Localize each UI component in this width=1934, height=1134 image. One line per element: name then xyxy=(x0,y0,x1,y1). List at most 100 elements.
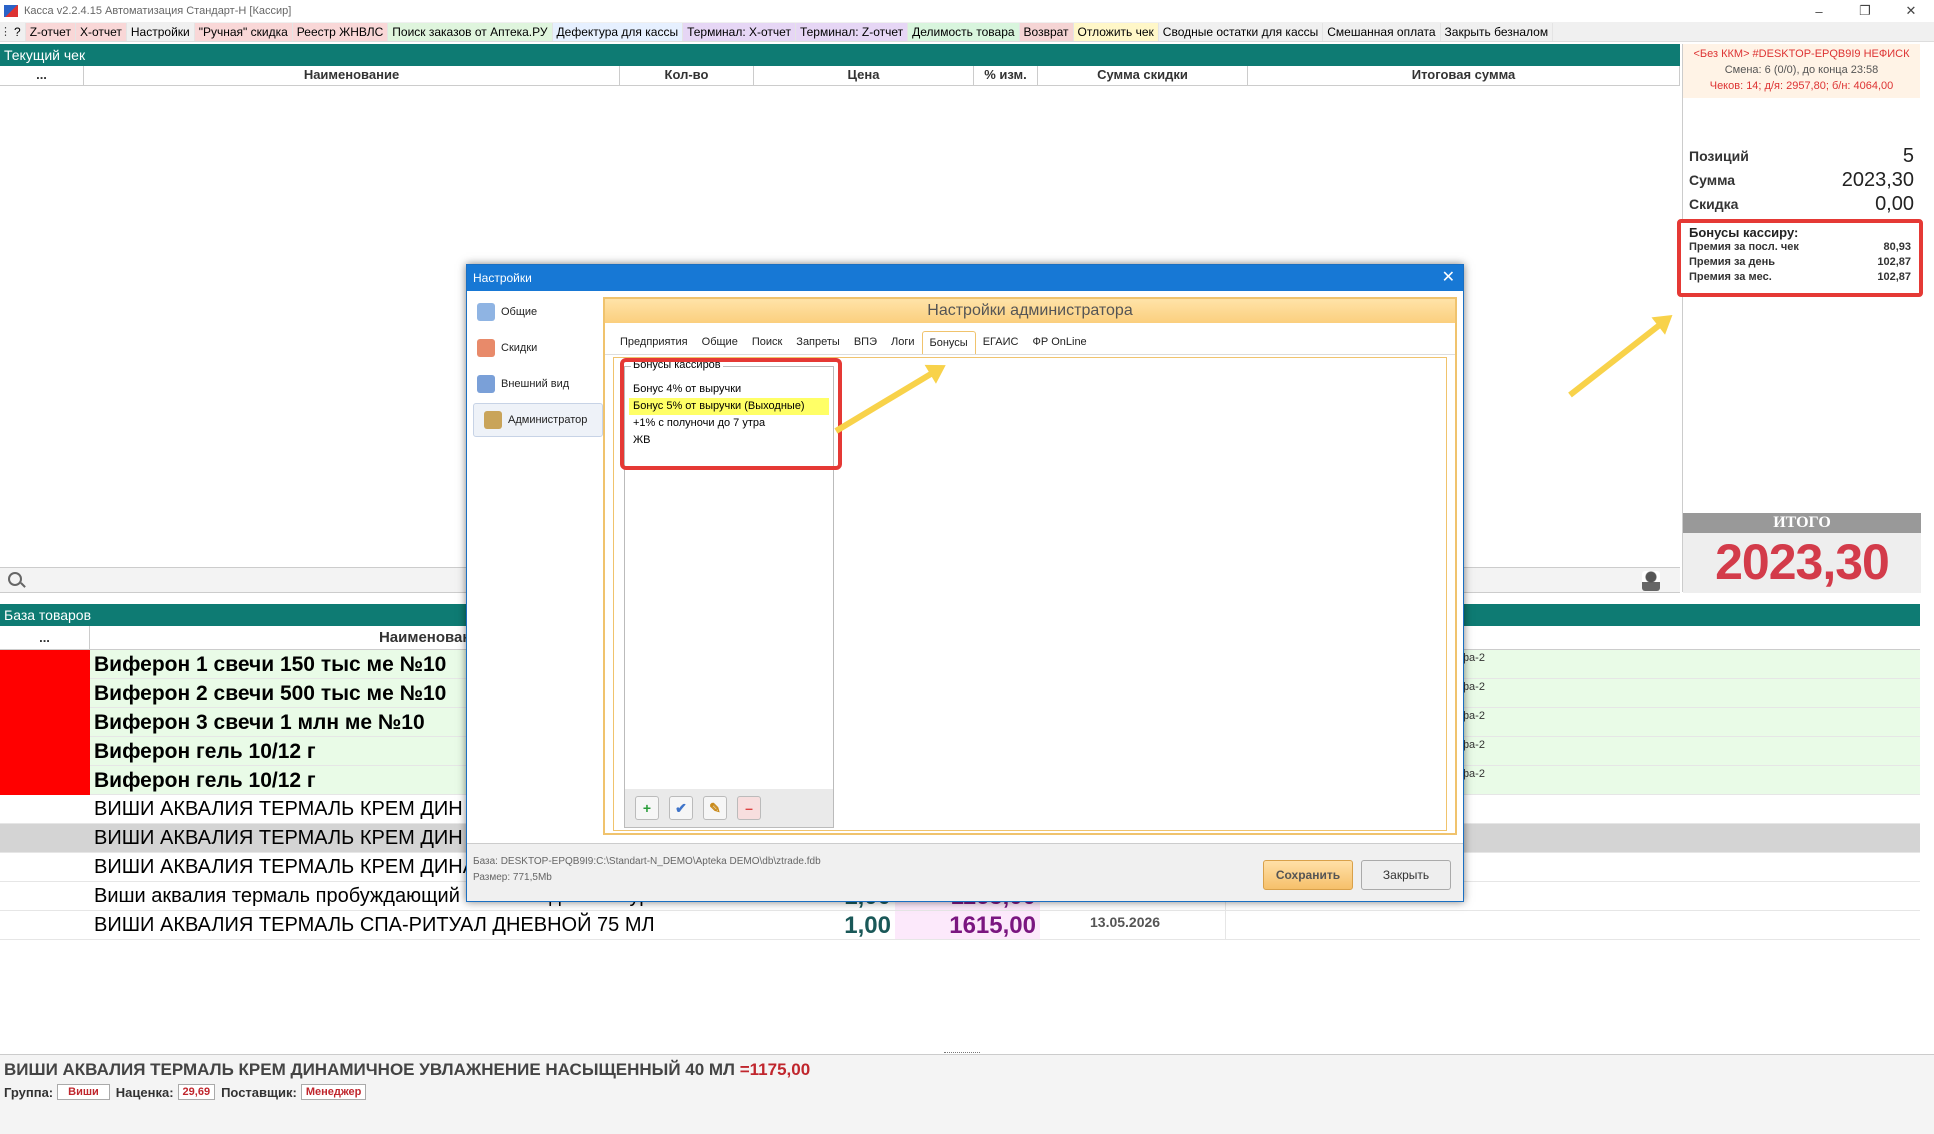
menu-item-10[interactable]: Делимость товара xyxy=(908,22,1020,41)
menu-item-15[interactable]: Закрыть безналом xyxy=(1440,22,1554,41)
product-qty: 1,00 xyxy=(844,912,891,939)
supplier-value: Менеджер xyxy=(300,1084,367,1100)
settings-nav-label: Общие xyxy=(501,306,538,318)
settings-nav-item[interactable]: Общие xyxy=(467,295,603,329)
tab-8[interactable]: ФР OnLine xyxy=(1025,331,1093,354)
bonus-row-value: 80,93 xyxy=(1883,241,1911,253)
check-col-5[interactable]: Сумма скидки xyxy=(1038,66,1248,85)
settings-nav: Общие Скидки Внешний вид Администратор xyxy=(467,291,603,843)
product-status-cell xyxy=(0,708,90,737)
restore-icon[interactable]: ❐ xyxy=(1842,0,1888,22)
tab-7[interactable]: ЕГАИС xyxy=(976,331,1026,354)
settings-nav-item[interactable]: Внешний вид xyxy=(467,367,603,401)
check-col-2[interactable]: Кол-во xyxy=(620,66,754,85)
edit-bonus-icon[interactable]: ✎ xyxy=(703,796,727,820)
bonus-list-highlight xyxy=(620,358,842,470)
products-col-name[interactable]: Наименование xyxy=(90,626,490,649)
product-name: ВИШИ АКВАЛИЯ ТЕРМАЛЬ СПА-РИТУАЛ ДНЕВНОЙ … xyxy=(94,914,655,936)
total-label: Позиций xyxy=(1689,148,1749,164)
close-window-icon[interactable]: ✕ xyxy=(1888,0,1934,22)
settings-dialog: Настройки ✕ Общие Скидки Внешний вид Админи… xyxy=(466,264,1464,902)
settings-nav-item[interactable]: Администратор xyxy=(473,403,603,437)
tab-4[interactable]: ВПЭ xyxy=(847,331,884,354)
current-check-header: Текущий чек xyxy=(0,44,1680,66)
menu-item-13[interactable]: Сводные остатки для кассы xyxy=(1158,22,1324,41)
cashier-app: Касса v2.2.4.15 Автоматизация Стандарт-Н… xyxy=(0,0,1934,1134)
remove-bonus-icon[interactable]: – xyxy=(737,796,761,820)
product-price: 1615,00 xyxy=(895,911,1040,939)
general-icon xyxy=(477,303,495,321)
product-status-cell xyxy=(0,911,90,940)
totals-panel: <Без ККМ> #DESKTOP-EPQB9I9 НЕФИСК Смена:… xyxy=(1677,44,1923,593)
bonus-row: Премия за посл. чек 80,93 xyxy=(1689,240,1911,255)
total-value: 5 xyxy=(1902,144,1914,167)
window-title: Касса v2.2.4.15 Автоматизация Стандарт-Н… xyxy=(24,5,292,17)
menu-item-14[interactable]: Смешанная оплата xyxy=(1323,22,1441,41)
menu-item-7[interactable]: Дефектура для кассы xyxy=(552,22,684,41)
check-col-0[interactable]: ... xyxy=(0,66,84,85)
add-bonus-icon[interactable]: + xyxy=(635,796,659,820)
minimize-icon[interactable]: – xyxy=(1796,0,1842,22)
grand-total-value: 2023,30 xyxy=(1715,534,1890,590)
tab-2[interactable]: Поиск xyxy=(745,331,789,354)
cashier-bonus-box: Бонусы кассиру: Премия за посл. чек 80,93… xyxy=(1677,219,1923,297)
db-path: База: DESKTOP-EPQB9I9:C:\Standart-N_DEMO… xyxy=(473,856,821,867)
kkm-line3: Чеков: 14; д/я: 2957,80; б/н: 4064,00 xyxy=(1709,80,1894,92)
tab-5[interactable]: Логи xyxy=(884,331,922,354)
product-attributes: Группа: Виши Наценка: 29,69 Поставщик: Мене… xyxy=(0,1081,1934,1103)
products-col-dots[interactable]: ... xyxy=(0,626,90,649)
product-status-cell xyxy=(0,795,90,824)
selected-product: ВИШИ АКВАЛИЯ ТЕРМАЛЬ КРЕМ ДИНАМИЧНОЕ УВЛ… xyxy=(0,1055,1934,1081)
menu-item-11[interactable]: Возврат xyxy=(1019,22,1074,41)
search-icon[interactable] xyxy=(8,572,22,586)
bonus-row-value: 102,87 xyxy=(1877,256,1911,268)
product-status-cell xyxy=(0,853,90,882)
group-label: Группа: xyxy=(4,1084,54,1100)
save-button[interactable]: Сохранить xyxy=(1263,860,1353,890)
check-col-4[interactable]: % изм. xyxy=(974,66,1038,85)
kkm-line2: Смена: 6 (0/0), до конца 23:58 xyxy=(1724,64,1879,76)
bonus-tab-body: Бонусы кассиров Бонус 4% от выручки Бонус… xyxy=(613,357,1447,831)
bonus-row-label: Премия за мес. xyxy=(1689,271,1772,283)
menubar-grip-icon: ⋮ xyxy=(0,26,11,38)
close-button[interactable]: Закрыть xyxy=(1361,860,1451,890)
menu-item-9[interactable]: Терминал: Z-отчет xyxy=(795,22,909,41)
bonus-row-label: Премия за посл. чек xyxy=(1689,241,1799,253)
menu-item-12[interactable]: Отложить чек xyxy=(1073,22,1159,41)
grand-total: ИТОГО 2023,30 xyxy=(1683,513,1921,593)
check-col-1[interactable]: Наименование xyxy=(84,66,620,85)
bonus-row-value: 102,87 xyxy=(1877,271,1911,283)
menu-item-0[interactable]: ? xyxy=(10,22,26,41)
dialog-close-icon[interactable]: ✕ xyxy=(1442,265,1455,291)
product-status-cell xyxy=(0,737,90,766)
menu-item-4[interactable]: "Ручная" скидка xyxy=(194,22,293,41)
menubar: ⋮ ? Z-отчет X-отчет Настройки "Ручная" скидк… xyxy=(0,22,1934,42)
selected-product-price: =1175,00 xyxy=(739,1060,811,1079)
menu-item-3[interactable]: Настройки xyxy=(126,22,195,41)
product-row[interactable]: ВИШИ АКВАЛИЯ ТЕРМАЛЬ СПА-РИТУАЛ ДНЕВНОЙ … xyxy=(0,911,1920,940)
tab-1[interactable]: Общие xyxy=(695,331,745,354)
menu-item-2[interactable]: X-отчет xyxy=(75,22,127,41)
check-col-6[interactable]: Итоговая сумма xyxy=(1248,66,1680,85)
settings-nav-label: Внешний вид xyxy=(501,378,570,390)
markup-label: Наценка: xyxy=(115,1084,174,1100)
user-icon[interactable] xyxy=(1642,571,1660,591)
menu-item-6[interactable]: Поиск заказов от Аптека.РУ xyxy=(388,22,553,41)
admin-panel-title: Настройки администратора xyxy=(605,299,1455,323)
tab-0[interactable]: Предприятия xyxy=(613,331,695,354)
apply-bonus-icon[interactable]: ✔ xyxy=(669,796,693,820)
product-extra-cell xyxy=(1225,911,1355,939)
kkm-line1: <Без ККМ> #DESKTOP-EPQB9I9 НЕФИСК xyxy=(1693,48,1910,60)
menu-item-5[interactable]: Реестр ЖНВЛС xyxy=(292,22,389,41)
admin-tabs: Предприятия Общие Поиск Запреты ВПЭ Логи Бонус… xyxy=(605,323,1455,355)
app-logo-icon xyxy=(4,5,18,17)
product-info-footer: ВИШИ АКВАЛИЯ ТЕРМАЛЬ КРЕМ ДИНАМИЧНОЕ УВЛ… xyxy=(0,1054,1934,1134)
menu-item-8[interactable]: Терминал: X-отчет xyxy=(683,22,796,41)
menu-item-1[interactable]: Z-отчет xyxy=(25,22,76,41)
tab-6[interactable]: Бонусы xyxy=(921,331,976,354)
tab-3[interactable]: Запреты xyxy=(789,331,847,354)
check-col-3[interactable]: Цена xyxy=(754,66,974,85)
grand-total-label: ИТОГО xyxy=(1683,513,1921,533)
bonus-row: Премия за день 102,87 xyxy=(1689,255,1911,270)
settings-nav-item[interactable]: Скидки xyxy=(467,331,603,365)
